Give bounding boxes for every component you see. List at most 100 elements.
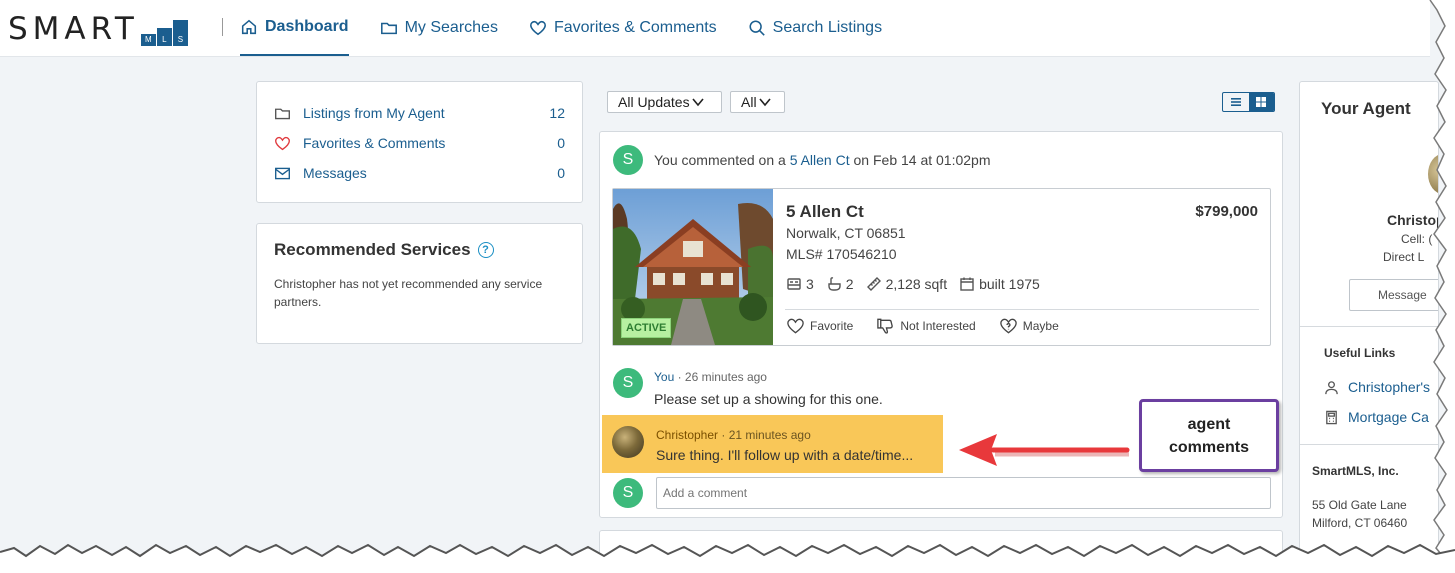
agent-profile-link-label: Christopher's [1348, 379, 1431, 395]
nav-search-listings-label: Search Listings [772, 19, 883, 36]
your-agent-panel: Your Agent Christop Cell: ( Direct L Mes… [1299, 81, 1439, 561]
folder-icon [380, 22, 397, 35]
comment-meta: You · 26 minutes ago [654, 370, 767, 384]
list-view-button[interactable] [1223, 93, 1249, 111]
listing-mls-number: MLS# 170546210 [786, 246, 897, 262]
nav-search-listings[interactable]: Search Listings [748, 0, 882, 56]
bed-icon [787, 278, 801, 290]
user-avatar: S [613, 368, 643, 398]
maybe-button[interactable]: Maybe [999, 317, 1059, 335]
scope-filter-value: All [741, 94, 757, 110]
comment-time: · 26 minutes ago [674, 370, 767, 384]
heart-icon [529, 20, 546, 36]
nav-dashboard[interactable]: Dashboard [240, 0, 349, 56]
grid-view-button[interactable] [1248, 93, 1274, 111]
help-icon[interactable]: ? [477, 242, 494, 258]
agent-profile-link[interactable]: Christopher's [1324, 379, 1430, 395]
message-agent-button[interactable]: Message [1349, 279, 1438, 311]
not-interested-button[interactable]: Not Interested [876, 317, 976, 335]
view-toggle [1222, 92, 1275, 112]
folder-icon [275, 108, 290, 119]
agent-photo [1428, 154, 1438, 194]
agent-comment-text: Sure thing. I'll follow up with a date/t… [656, 447, 914, 463]
main-nav: Dashboard My Searches Favorites & Commen… [240, 0, 913, 56]
summary-label: Listings from My Agent [303, 105, 445, 121]
scope-filter-dropdown[interactable]: All [730, 91, 785, 113]
add-comment-input[interactable] [656, 477, 1271, 509]
nav-dashboard-label: Dashboard [265, 18, 349, 35]
agent-comment-time: · 21 minutes ago [718, 428, 811, 442]
user-avatar: S [613, 478, 643, 508]
recommended-services-title: Recommended Services ? [274, 240, 565, 260]
thumbs-down-icon [877, 318, 894, 334]
home-icon [241, 19, 257, 35]
logo-text: SMART [8, 11, 139, 47]
chevron-down-icon [758, 98, 771, 107]
mortgage-calculator-link[interactable]: Mortgage Ca [1324, 409, 1429, 425]
updates-filter-dropdown[interactable]: All Updates [607, 91, 722, 113]
listing-price: $799,000 [1195, 203, 1258, 220]
listing-city: Norwalk, CT 06851 [786, 225, 906, 241]
recommended-services-panel: Recommended Services ? Christopher has n… [256, 223, 583, 344]
activity-text: You commented on a 5 Allen Ct on Feb 14 … [654, 152, 991, 168]
listing-photo[interactable]: ACTIVE [613, 189, 773, 345]
summary-favorites-comments[interactable]: Favorites & Comments 0 [257, 128, 582, 158]
activity-listing-link[interactable]: 5 Allen Ct [790, 152, 850, 168]
agent-name: Christop [1387, 212, 1439, 228]
activity-card-next [599, 530, 1283, 573]
agent-panel-divider [1300, 326, 1438, 327]
beds-value: 3 [806, 276, 814, 292]
built-stat: built 1975 [959, 276, 1040, 292]
listing-card[interactable]: ACTIVE 5 Allen Ct $799,000 Norwalk, CT 0… [612, 188, 1271, 346]
user-avatar: S [613, 145, 643, 175]
listing-address[interactable]: 5 Allen Ct [786, 202, 864, 222]
favorite-button[interactable]: Favorite [786, 317, 853, 335]
smartmls-logo[interactable]: SMART M L S [8, 12, 188, 46]
recommended-title-text: Recommended Services [274, 240, 471, 259]
built-value: built 1975 [979, 276, 1040, 292]
your-agent-title: Your Agent [1321, 99, 1411, 118]
nav-my-searches-label: My Searches [404, 19, 498, 36]
chevron-down-icon [691, 98, 704, 107]
comment-text: Please set up a showing for this one. [654, 391, 883, 407]
maybe-label: Maybe [1022, 319, 1059, 333]
recommended-services-text: Christopher has not yet recommended any … [274, 277, 543, 309]
heart-question-icon [999, 318, 1017, 334]
calendar-icon [960, 277, 974, 291]
summary-panel: Listings from My Agent 12 Favorites & Co… [256, 81, 583, 203]
top-header: SMART M L S Dashboard My Searches Favori… [0, 0, 1430, 57]
sqft-stat: 2,128 sqft [866, 276, 948, 292]
logo-separator [222, 18, 223, 36]
nav-favorites-label: Favorites & Comments [553, 19, 717, 36]
activity-prefix: You commented on a [654, 152, 790, 168]
company-name: SmartMLS, Inc. [1312, 464, 1399, 478]
annotation-callout: agent comments [1139, 399, 1279, 472]
company-address-1: 55 Old Gate Lane [1312, 498, 1407, 512]
favorite-label: Favorite [810, 319, 854, 333]
agent-avatar [612, 426, 644, 458]
summary-count: 12 [549, 105, 565, 121]
status-badge: ACTIVE [621, 318, 672, 338]
beds-stat: 3 [786, 276, 814, 292]
bath-icon [828, 277, 841, 291]
nav-my-searches[interactable]: My Searches [380, 0, 498, 56]
listing-actions: Favorite Not Interested Maybe [786, 317, 1082, 335]
useful-links-title: Useful Links [1324, 346, 1396, 360]
heart-icon [275, 136, 290, 150]
agent-direct: Direct L [1383, 250, 1425, 264]
summary-messages[interactable]: Messages 0 [257, 158, 582, 188]
calculator-icon [1326, 410, 1337, 424]
logo-mls-blocks: M L S [140, 16, 188, 46]
nav-favorites-comments[interactable]: Favorites & Comments [529, 0, 717, 56]
sqft-value: 2,128 sqft [885, 276, 948, 292]
list-icon [1230, 98, 1241, 106]
comment-author: You [654, 370, 675, 384]
activity-suffix: on Feb 14 at 01:02pm [849, 152, 991, 168]
summary-listings-from-agent[interactable]: Listings from My Agent 12 [257, 98, 582, 128]
updates-filter-value: All Updates [618, 94, 690, 110]
summary-count: 0 [557, 135, 565, 151]
heart-icon [787, 318, 804, 334]
grid-icon [1256, 97, 1267, 107]
annotation-line-2: comments [1168, 438, 1250, 456]
summary-count: 0 [557, 165, 565, 181]
